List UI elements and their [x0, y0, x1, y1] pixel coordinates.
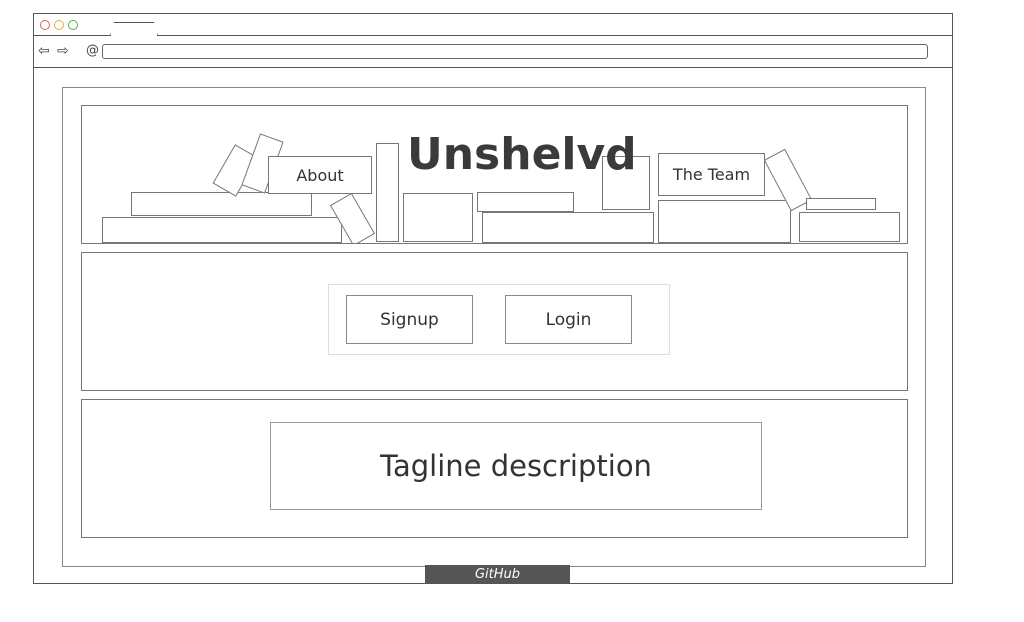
back-arrow-icon[interactable]: ⇦	[38, 44, 54, 58]
site-title: Unshelvd	[407, 129, 637, 180]
minimize-window-dot[interactable]	[54, 20, 64, 30]
browser-window: ⇦ ⇨ @ About Unshelvd The Team Signup Log…	[33, 13, 953, 584]
browser-tab[interactable]	[110, 22, 158, 36]
page-frame: About Unshelvd The Team Signup Login Tag…	[62, 87, 926, 567]
book-decoration	[806, 198, 876, 210]
navigation-bar: ⇦ ⇨ @	[34, 36, 952, 68]
signup-button[interactable]: Signup	[346, 295, 473, 344]
auth-panel: Signup Login	[81, 252, 908, 391]
book-decoration	[403, 193, 473, 242]
book-decoration	[799, 212, 900, 242]
close-window-dot[interactable]	[40, 20, 50, 30]
github-link[interactable]: GitHub	[425, 565, 570, 584]
tagline-text: Tagline description	[270, 422, 762, 510]
login-button[interactable]: Login	[505, 295, 632, 344]
about-button[interactable]: About	[268, 156, 372, 194]
book-decoration	[376, 143, 399, 242]
title-bar	[34, 14, 952, 36]
maximize-window-dot[interactable]	[68, 20, 78, 30]
at-icon: @	[86, 43, 99, 58]
book-decoration	[482, 212, 654, 243]
tagline-panel: Tagline description	[81, 399, 908, 538]
book-decoration	[102, 217, 342, 243]
book-decoration	[131, 192, 312, 216]
header-panel: About Unshelvd The Team	[81, 105, 908, 244]
team-button[interactable]: The Team	[658, 153, 765, 196]
auth-button-group: Signup Login	[328, 284, 670, 355]
book-decoration	[658, 200, 791, 243]
url-input[interactable]	[102, 44, 928, 59]
forward-arrow-icon[interactable]: ⇨	[57, 44, 73, 58]
book-decoration	[477, 192, 574, 212]
